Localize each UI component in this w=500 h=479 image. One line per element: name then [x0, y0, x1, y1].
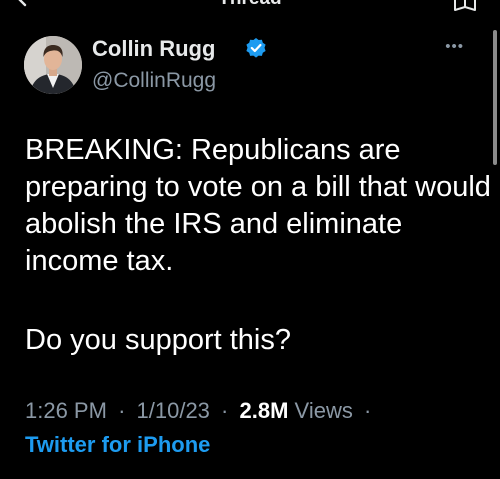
tweet-source-link[interactable]: Twitter for iPhone [25, 432, 210, 458]
views-count: 2.8M [239, 398, 289, 423]
tweet-question: Do you support this? [25, 324, 291, 356]
views-label: Views [294, 398, 353, 423]
top-bar: Thread [0, 0, 500, 22]
tweet-text: BREAKING: Republicans are preparing to v… [25, 134, 491, 277]
separator: · [363, 398, 372, 423]
avatar[interactable] [24, 36, 82, 94]
separator: · [221, 398, 229, 423]
tweet-time[interactable]: 1:26 PM [25, 398, 107, 423]
more-options-icon[interactable]: ••• [445, 38, 464, 55]
separator: · [118, 398, 126, 423]
author-handle[interactable]: @CollinRugg [92, 69, 216, 93]
verified-badge-icon [246, 38, 266, 58]
author-name[interactable]: Collin Rugg [92, 36, 215, 62]
tweet-date[interactable]: 1/10/23 [137, 398, 210, 423]
tweet-metadata: 1:26 PM · 1/10/23 · 2.8M Views · [25, 398, 376, 424]
page-title: Thread [0, 0, 500, 10]
reader-icon[interactable] [452, 0, 478, 12]
avatar-photo [24, 36, 82, 94]
